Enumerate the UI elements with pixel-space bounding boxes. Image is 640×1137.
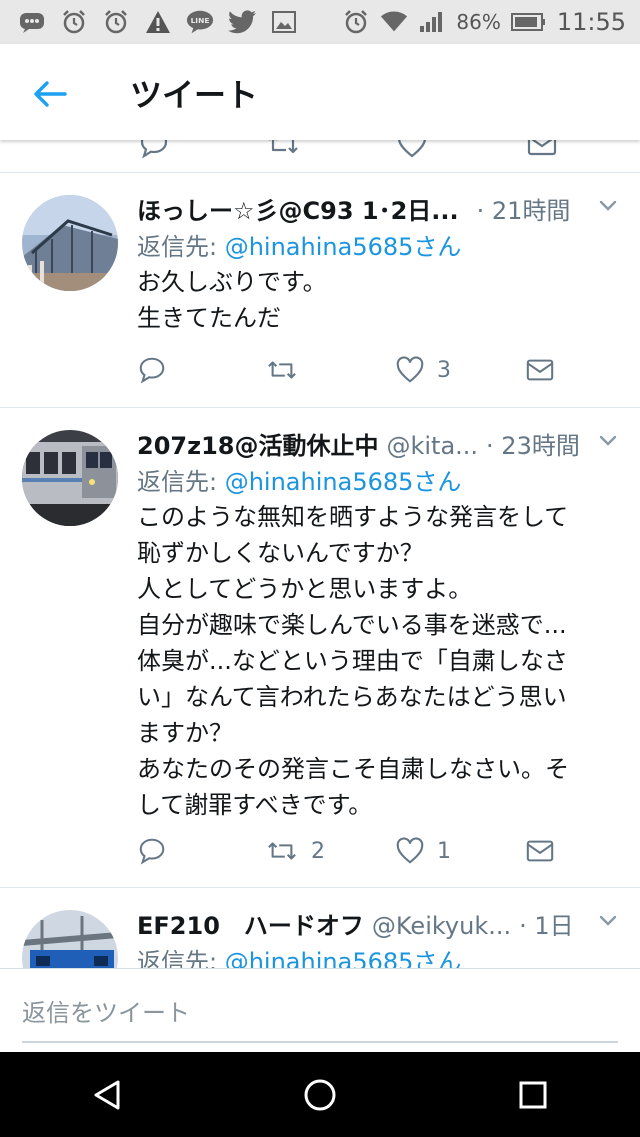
status-bar: LINE 86% 11:55 [0, 0, 640, 44]
user-handle[interactable]: @Keikyuk... [372, 912, 511, 940]
dm-button[interactable] [525, 355, 555, 385]
signal-icon [418, 8, 446, 36]
nav-recents-button[interactable] [503, 1065, 563, 1125]
line-icon: LINE [186, 8, 214, 36]
reply-icon [139, 838, 165, 865]
reply-input[interactable]: 返信をツイート [22, 993, 190, 1028]
tweet-actions: 3 [137, 355, 577, 391]
reply-icon [139, 357, 165, 384]
nav-back-button[interactable] [77, 1065, 137, 1125]
clock: 11:55 [556, 8, 626, 36]
tweet-actions: 2 1 [137, 836, 577, 872]
dm-icon[interactable] [526, 140, 558, 160]
page-title: ツイート [130, 76, 259, 114]
reply-prefix: 返信先: [137, 948, 225, 968]
wifi-icon [380, 8, 408, 36]
retweet-button[interactable]: 2 [265, 836, 325, 866]
tweet-item[interactable]: 207z18@活動休止中 @kita... · 23時間 返信先: @hinah… [0, 408, 640, 888]
timestamp[interactable]: · 23時間 [486, 426, 580, 461]
reply-mention-link[interactable]: @hinahina5685さん [225, 948, 462, 968]
system-nav-bar [0, 1052, 640, 1137]
retweet-count: 2 [311, 838, 325, 864]
reply-prefix: 返信先: [137, 468, 225, 496]
like-count: 1 [437, 838, 451, 864]
user-handle[interactable]: @kita... [386, 432, 478, 460]
alarm-icon [342, 8, 370, 36]
nav-home-button[interactable] [290, 1065, 350, 1125]
display-name[interactable]: ほっしー☆彡@C93 1･2日... [137, 191, 459, 226]
avatar[interactable] [22, 195, 118, 291]
dm-icon [526, 840, 554, 862]
dm-icon [526, 359, 554, 381]
reply-button[interactable] [137, 355, 167, 385]
chevron-down-icon[interactable] [596, 428, 620, 452]
chevron-down-icon[interactable] [596, 193, 620, 217]
reply-prefix: 返信先: [137, 233, 225, 261]
timestamp[interactable]: · 1日 [519, 906, 574, 941]
like-button[interactable]: 3 [395, 355, 451, 385]
tweet-text: このような無知を晒すような発言をして 恥ずかしくないんですか？ 人としてどうかと… [137, 503, 569, 819]
retweet-icon[interactable] [266, 140, 300, 160]
triangle-back-icon [94, 1080, 120, 1109]
reply-button[interactable] [137, 836, 167, 866]
like-icon [396, 837, 424, 864]
retweet-button[interactable] [265, 355, 311, 385]
display-name[interactable]: EF210 ハードオフ [137, 906, 364, 941]
circle-home-icon [304, 1079, 336, 1110]
tweet-item[interactable]: EF210 ハードオフ @Keikyuk... · 1日 返信先: @hinah… [0, 888, 640, 968]
avatar[interactable] [22, 910, 118, 968]
like-icon [396, 356, 424, 383]
alarm-icon [60, 8, 88, 36]
tweet-text: お久しぶりです。 生きてたんだ [137, 268, 327, 332]
chevron-down-icon[interactable] [596, 908, 620, 932]
messenger-icon [18, 8, 46, 36]
alarm-icon [102, 8, 130, 36]
reply-icon[interactable] [138, 140, 170, 160]
like-icon[interactable] [396, 140, 428, 160]
app-header: ツイート [0, 44, 640, 140]
square-recents-icon [519, 1081, 547, 1108]
input-underline [22, 1041, 618, 1043]
image-icon [270, 8, 298, 36]
tweet-item[interactable]: ほっしー☆彡@C93 1･2日... · 21時間 返信先: @hinahina… [0, 173, 640, 408]
reply-context: 返信先: @hinahina5685さん [137, 462, 620, 497]
battery-icon [510, 8, 547, 36]
tweet-feed[interactable]: ほっしー☆彡@C93 1･2日... · 21時間 返信先: @hinahina… [0, 140, 640, 968]
reply-context: 返信先: @hinahina5685さん [137, 942, 620, 968]
display-name[interactable]: 207z18@活動休止中 [137, 426, 378, 461]
battery-percent: 86% [456, 10, 501, 34]
reply-composer: 返信をツイート [0, 968, 640, 1053]
like-button[interactable]: 1 [395, 836, 451, 866]
timestamp[interactable]: · 21時間 [477, 191, 571, 226]
reply-mention-link[interactable]: @hinahina5685さん [225, 233, 462, 261]
retweet-icon [268, 842, 296, 860]
back-button[interactable] [30, 74, 70, 114]
twitter-icon [228, 8, 256, 36]
line-logo-text: LINE [191, 16, 210, 25]
retweet-icon [268, 361, 296, 379]
back-arrow-icon [34, 81, 67, 107]
reply-context: 返信先: @hinahina5685さん [137, 227, 620, 262]
avatar[interactable] [22, 430, 118, 526]
warning-icon [144, 8, 172, 36]
like-count: 3 [437, 357, 451, 383]
previous-tweet-actions [0, 140, 640, 173]
dm-button[interactable] [525, 836, 555, 866]
reply-mention-link[interactable]: @hinahina5685さん [225, 468, 462, 496]
